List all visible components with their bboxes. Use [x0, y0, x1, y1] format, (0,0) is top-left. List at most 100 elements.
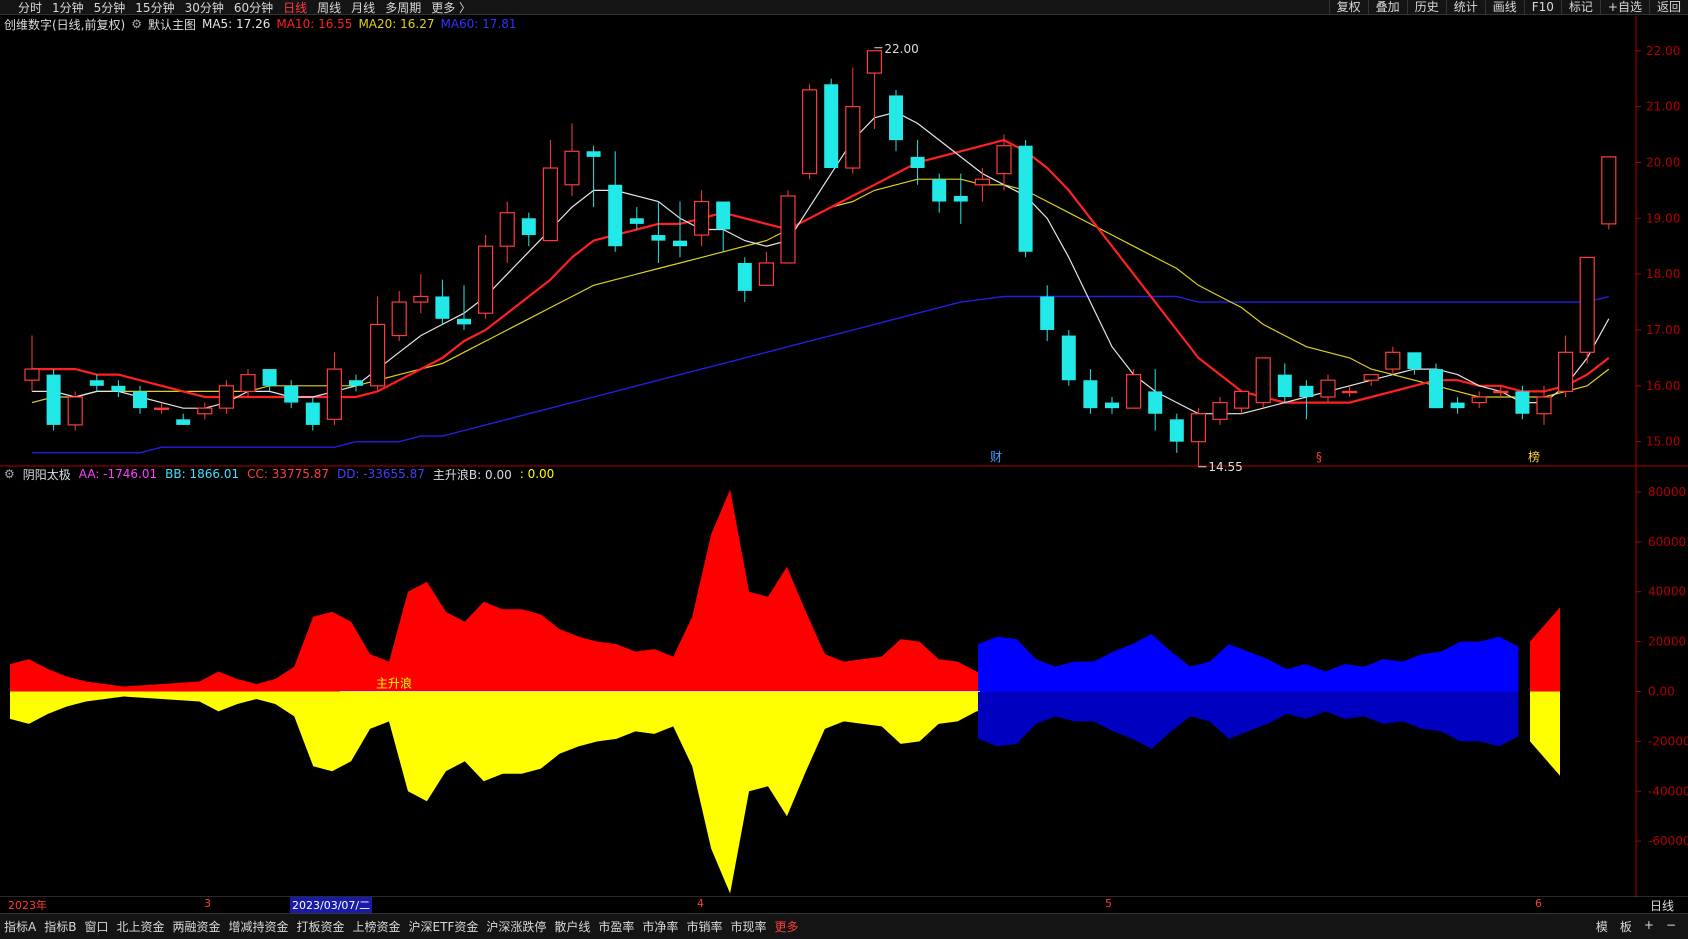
tab-pb[interactable]: 市净率: [638, 918, 682, 935]
tab-holdings-change[interactable]: 增减持资金: [225, 918, 293, 935]
tab-limit-stats[interactable]: 沪深涨跌停: [482, 918, 550, 935]
candle-down: [737, 262, 752, 291]
bb-area: [978, 634, 1519, 692]
candle-down: [521, 218, 536, 236]
candle-up: [1233, 390, 1250, 409]
candle-up: [758, 262, 775, 286]
candle-down: [608, 184, 623, 247]
cc-area: [10, 489, 996, 692]
cc-tail-area: [1530, 607, 1560, 692]
high-annotation: 22.00: [884, 42, 918, 56]
ma5-line: [32, 111, 1610, 415]
candle-up: [240, 374, 256, 393]
indicator-tick-label: 80000: [1648, 485, 1686, 499]
zoom-in-button[interactable]: +: [1638, 918, 1660, 935]
event-mark-billboard: 榜: [1528, 449, 1540, 464]
template-button[interactable]: 模: [1590, 918, 1614, 935]
candle-up: [1471, 396, 1487, 404]
ma10-line: [32, 138, 1610, 404]
candle-up: [499, 212, 515, 247]
candle-up: [1493, 390, 1509, 394]
candle-up: [1536, 396, 1552, 415]
tab-window[interactable]: 窗口: [80, 918, 112, 935]
period-indicator[interactable]: 日线: [1636, 897, 1688, 913]
candle-down: [1450, 402, 1465, 409]
candle-down: [910, 156, 925, 169]
tab-northbound[interactable]: 北上资金: [112, 918, 168, 935]
candle-down: [89, 380, 104, 386]
candle-down: [1429, 369, 1443, 409]
candle-up: [413, 295, 429, 303]
indicator-tick-label: -20000: [1648, 734, 1688, 748]
date-label-6: 6: [1535, 897, 1542, 910]
candle-down: [111, 385, 126, 392]
candle-up: [780, 195, 796, 264]
candle-up: [1212, 401, 1228, 420]
candle-down: [284, 385, 299, 403]
candle-down: [1277, 374, 1292, 397]
tab-limit-up-funds[interactable]: 打板资金: [293, 918, 349, 935]
candle-up: [1363, 374, 1379, 381]
candle-up: [1557, 351, 1574, 393]
candle-down: [1169, 419, 1184, 442]
price-tick-label: 19.00: [1646, 211, 1680, 225]
zoom-out-button[interactable]: −: [1660, 918, 1682, 935]
candle-up: [542, 167, 559, 242]
date-axis: 2023年 3 2023/03/07/二 4 5 6: [0, 897, 1636, 913]
candle-down: [457, 318, 471, 325]
tab-pcf[interactable]: 市现率: [726, 918, 770, 935]
candle-up: [391, 301, 407, 337]
candle-down: [176, 419, 191, 425]
board-button[interactable]: 板: [1614, 918, 1638, 935]
candle-up: [996, 145, 1012, 175]
tab-listed-funds[interactable]: 上榜资金: [349, 918, 405, 935]
price-tick-label: 17.00: [1646, 323, 1680, 337]
candle-up: [845, 105, 861, 169]
tab-indicator-a[interactable]: 指标A: [0, 918, 40, 935]
chart-canvas[interactable]: 主升浪 22.00 21.00 20.00 19.00 18.00 17.00 16.00 1…: [0, 0, 1688, 897]
tab-retail-line[interactable]: 散户线: [550, 918, 594, 935]
low-annotation: 14.55: [1208, 460, 1242, 474]
indicator-tick-label: -60000: [1648, 834, 1688, 848]
candle-down: [262, 369, 277, 386]
indicator-tick-label: -40000: [1648, 784, 1688, 798]
candle-up: [1320, 379, 1336, 398]
candle-up: [154, 407, 170, 410]
candle-up: [866, 50, 883, 74]
tab-pe[interactable]: 市盈率: [594, 918, 638, 935]
candle-down: [1407, 352, 1422, 370]
candle-down: [1515, 391, 1530, 414]
candle-up: [370, 323, 386, 387]
price-tick-label: 18.00: [1646, 267, 1680, 281]
price-tick-label: 16.00: [1646, 379, 1680, 393]
candle-up: [197, 407, 213, 415]
price-tick-label: 15.00: [1646, 435, 1680, 449]
candle-up: [67, 396, 83, 426]
candle-up: [693, 200, 710, 236]
tab-etf-funds[interactable]: 沪深ETF资金: [405, 918, 483, 935]
candle-up: [801, 89, 818, 175]
tab-indicator-b[interactable]: 指标B: [40, 918, 80, 935]
tab-more[interactable]: 更多: [770, 918, 802, 935]
candle-down: [1040, 296, 1055, 330]
zsl-marker: 主升浪: [376, 675, 412, 690]
candle-down: [46, 374, 61, 425]
candle-down: [435, 296, 450, 319]
dd-tail-area: [1530, 691, 1560, 776]
candle-down: [133, 391, 147, 409]
candle-up: [1190, 413, 1207, 443]
candle-down: [673, 240, 687, 247]
tab-margin[interactable]: 两融资金: [168, 918, 224, 935]
candle-up: [218, 385, 234, 409]
candle-up: [1385, 351, 1401, 370]
candle-up: [24, 368, 40, 381]
candle-down: [1018, 145, 1033, 252]
tab-ps[interactable]: 市销率: [682, 918, 726, 935]
bottom-right-tools: 模 板 + −: [1590, 918, 1682, 935]
candle-up: [478, 245, 494, 314]
price-tick-label: 22.00: [1646, 44, 1680, 58]
date-label-3: 3: [204, 897, 211, 910]
indicator-tick-label: 0.00: [1648, 684, 1675, 698]
candle-down: [716, 201, 731, 230]
price-tick-label: 20.00: [1646, 155, 1680, 169]
